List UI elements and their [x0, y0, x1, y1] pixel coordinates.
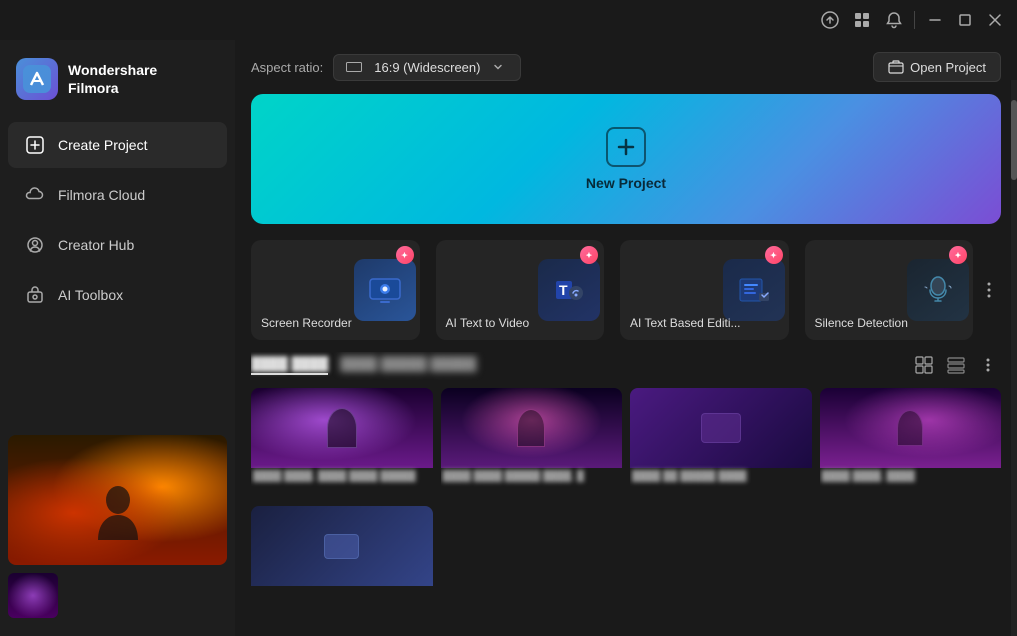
- sidebar-item-filmora-cloud-label: Filmora Cloud: [58, 187, 145, 203]
- feature-cards-container: ✦ Screen Recorder: [251, 240, 1001, 340]
- template-thumb-2: [441, 388, 623, 468]
- svg-text:T: T: [559, 282, 568, 298]
- sidebar-item-ai-toolbox[interactable]: AI Toolbox: [8, 272, 227, 318]
- scrollbar-thumb[interactable]: [1011, 100, 1017, 180]
- template-caption-4: ████ ████, ████: [820, 468, 1002, 485]
- feature-card-silence-detection[interactable]: ✦ Silence Detection: [805, 240, 974, 340]
- logo-text: Wondershare Filmora: [68, 61, 157, 97]
- feature-card-label-screen-recorder: Screen Recorder: [261, 316, 352, 330]
- create-project-icon: [24, 134, 46, 156]
- badge-pro-screen-recorder: ✦: [396, 246, 414, 264]
- template-tab-1[interactable]: ████ ████: [251, 356, 328, 375]
- template-thumb-4: [820, 388, 1002, 468]
- feature-card-screen-recorder[interactable]: ✦ Screen Recorder: [251, 240, 420, 340]
- template-item-5[interactable]: [251, 506, 433, 616]
- top-bar: Aspect ratio: 16:9 (Widescreen): [235, 40, 1017, 94]
- more-button[interactable]: [977, 280, 1001, 300]
- scrollbar-track[interactable]: [1011, 80, 1017, 636]
- open-project-label: Open Project: [910, 60, 986, 75]
- grid-view-icon[interactable]: [911, 352, 937, 378]
- sidebar-item-creator-hub-label: Creator Hub: [58, 237, 134, 253]
- feature-cards-inner: ✦ Screen Recorder: [251, 240, 973, 340]
- template-caption-2: ████ ████ █████ ████, █: [441, 468, 623, 485]
- feature-card-ai-text-to-video[interactable]: ✦ AI Text to Video T: [436, 240, 605, 340]
- template-item-1[interactable]: ████ ████, ████ ████ █████: [251, 388, 433, 498]
- recent-thumb-large[interactable]: [8, 435, 227, 565]
- minimize-button[interactable]: [923, 8, 947, 32]
- new-project-content: New Project: [586, 127, 666, 191]
- creator-hub-icon: [24, 234, 46, 256]
- template-tab-2[interactable]: ████ █████ █████: [340, 356, 476, 375]
- title-bar: [0, 0, 1017, 40]
- badge-pro-text-to-video: ✦: [580, 246, 598, 264]
- bell-icon[interactable]: [882, 8, 906, 32]
- template-view-icons: [911, 352, 1001, 378]
- new-project-label: New Project: [586, 175, 666, 191]
- new-project-banner[interactable]: New Project: [251, 94, 1001, 224]
- more-options-icon[interactable]: [975, 352, 1001, 378]
- recent-thumb-small-row: [8, 573, 227, 618]
- title-bar-icons: [818, 8, 1007, 32]
- aspect-ratio-value: 16:9 (Widescreen): [374, 60, 480, 75]
- template-item-3[interactable]: ████ ██ █████ ████: [630, 388, 812, 498]
- template-thumb-3: [630, 388, 812, 468]
- sidebar-item-creator-hub[interactable]: Creator Hub: [8, 222, 227, 268]
- template-grid: ████ ████, ████ ████ █████ ████ ████ ███…: [251, 388, 1001, 498]
- badge-pro-text-based-edit: ✦: [765, 246, 783, 264]
- sidebar-item-create-project-label: Create Project: [58, 137, 147, 153]
- template-tabs: ████ ████ ████ █████ █████: [251, 356, 476, 375]
- main-layout: Wondershare Filmora Create Project Filmo…: [0, 40, 1017, 636]
- logo-section: Wondershare Filmora: [0, 50, 235, 120]
- template-section: ████ ████ ████ █████ █████: [251, 352, 1001, 636]
- template-item-4[interactable]: ████ ████, ████: [820, 388, 1002, 498]
- window-controls: [923, 8, 1007, 32]
- template-caption-1: ████ ████, ████ ████ █████: [251, 468, 433, 485]
- close-button[interactable]: [983, 8, 1007, 32]
- filmora-cloud-icon: [24, 184, 46, 206]
- maximize-button[interactable]: [953, 8, 977, 32]
- feature-card-label-silence-detection: Silence Detection: [815, 316, 908, 330]
- feature-card-label-ai-text-based-edit: AI Text Based Editi...: [630, 316, 741, 330]
- badge-pro-silence-detection: ✦: [949, 246, 967, 264]
- aspect-ratio-dropdown[interactable]: 16:9 (Widescreen): [333, 54, 521, 81]
- logo-icon: [16, 58, 58, 100]
- recent-section: [0, 427, 235, 626]
- sidebar-item-filmora-cloud[interactable]: Filmora Cloud: [8, 172, 227, 218]
- sidebar-item-ai-toolbox-label: AI Toolbox: [58, 287, 123, 303]
- separator: [914, 11, 915, 29]
- upload-icon[interactable]: [818, 8, 842, 32]
- template-caption-3: ████ ██ █████ ████: [630, 468, 812, 485]
- ai-toolbox-icon: [24, 284, 46, 306]
- grid-icon[interactable]: [850, 8, 874, 32]
- template-grid-row2: [251, 506, 1001, 616]
- template-thumb-1: [251, 388, 433, 468]
- template-thumb-5: [251, 506, 433, 586]
- recent-thumb-small-1[interactable]: [8, 573, 58, 618]
- list-view-icon[interactable]: [943, 352, 969, 378]
- feature-card-ai-text-based-edit[interactable]: ✦ AI Text Based Editi...: [620, 240, 789, 340]
- aspect-ratio-label: Aspect ratio:: [251, 60, 323, 75]
- sidebar-item-create-project[interactable]: Create Project: [8, 122, 227, 168]
- feature-card-label-ai-text-to-video: AI Text to Video: [446, 316, 530, 330]
- aspect-ratio-section: Aspect ratio: 16:9 (Widescreen): [251, 54, 521, 81]
- template-item-2[interactable]: ████ ████ █████ ████, █: [441, 388, 623, 498]
- template-header: ████ ████ ████ █████ █████: [251, 352, 1001, 378]
- content-area: Aspect ratio: 16:9 (Widescreen): [235, 40, 1017, 636]
- open-project-button[interactable]: Open Project: [873, 52, 1001, 82]
- new-project-icon: [606, 127, 646, 167]
- sidebar: Wondershare Filmora Create Project Filmo…: [0, 40, 235, 636]
